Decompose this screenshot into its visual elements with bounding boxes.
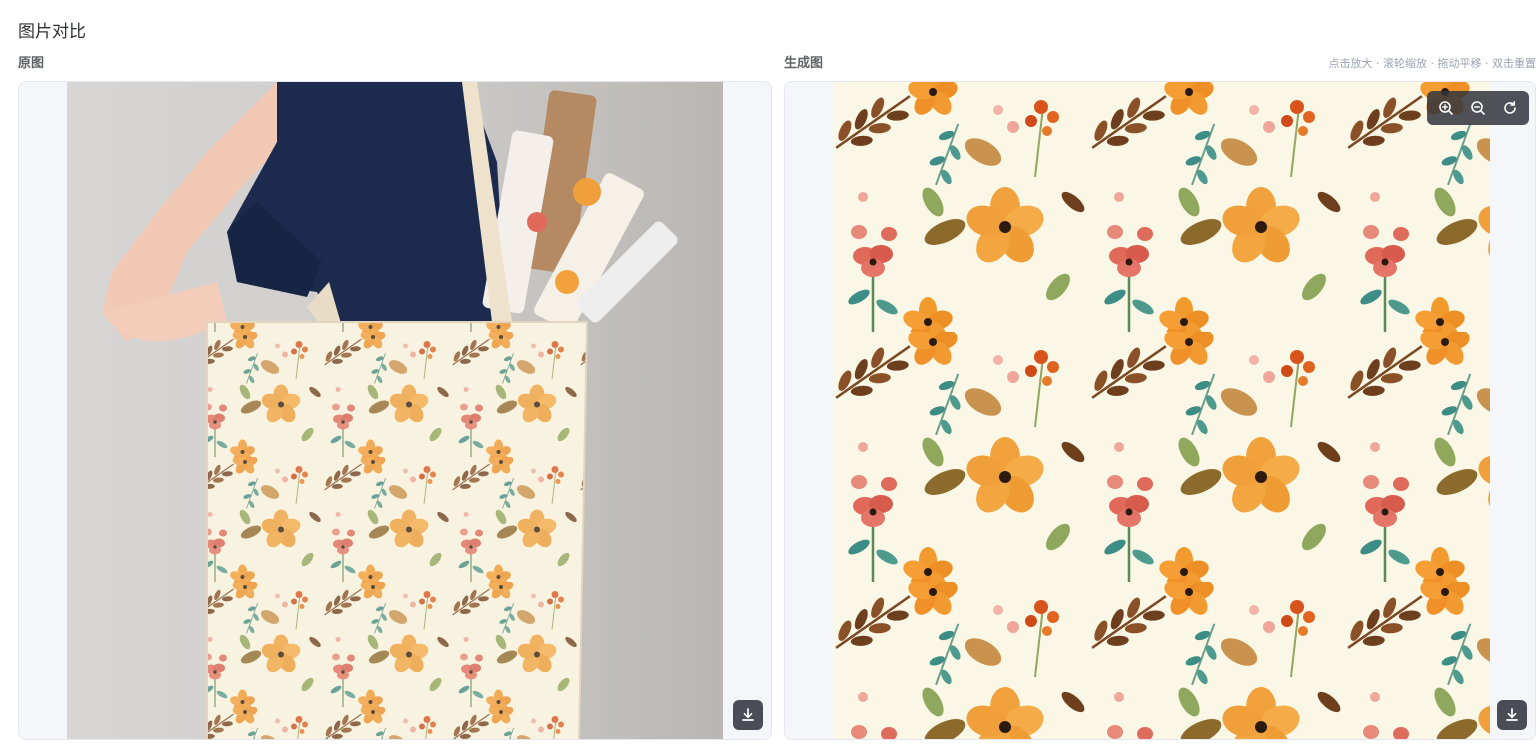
tote-bag-photo [67,82,723,739]
download-icon [742,708,754,721]
generated-image-label: 生成图 [784,56,824,71]
viewer-hint-text: 点击放大 · 滚轮缩放 · 拖动平移 · 双击重置 [1328,57,1536,70]
zoom-out-button[interactable] [1463,93,1493,123]
reset-icon [1504,101,1516,114]
zoom-in-button[interactable] [1431,93,1461,123]
original-image-panel [18,81,772,740]
generated-download-button[interactable] [1497,700,1527,730]
download-icon [1506,708,1518,721]
page-title: 图片对比 [18,22,86,42]
zoom-toolbar [1427,91,1529,125]
zoom-in-icon [1439,101,1453,115]
zoom-out-icon [1471,101,1485,115]
generated-image-panel [784,81,1536,740]
floral-pattern-image [833,82,1490,739]
generated-image[interactable] [833,82,1490,739]
original-image[interactable] [67,82,723,739]
original-image-label: 原图 [18,56,45,71]
original-download-button[interactable] [733,700,763,730]
reset-button[interactable] [1495,93,1525,123]
